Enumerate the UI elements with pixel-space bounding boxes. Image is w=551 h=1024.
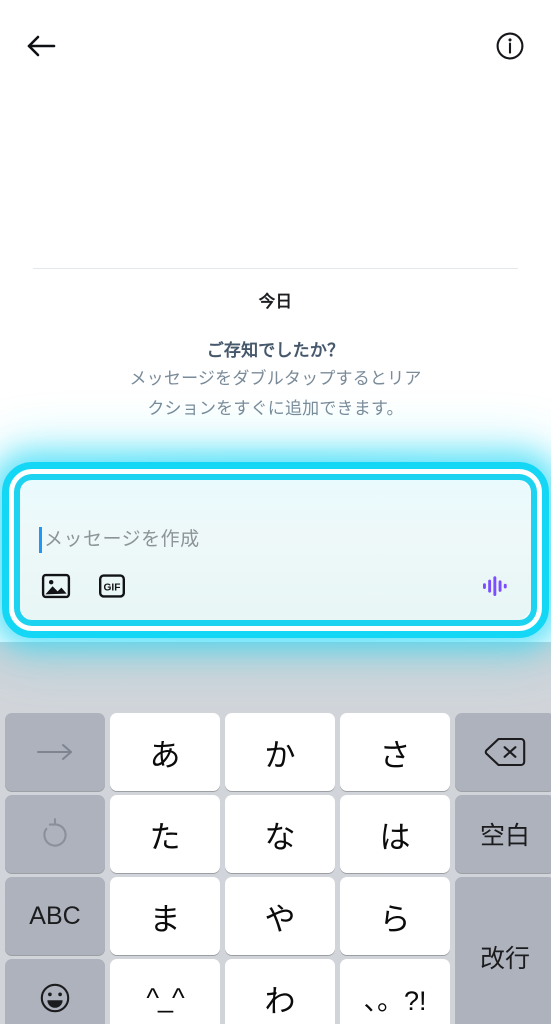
key-ya[interactable]: や: [225, 877, 335, 955]
did-you-know-tip: ご存知でしたか？ メッセージをダブルタップするとリア クションをすぐに追加できま…: [0, 338, 551, 637]
key-undo[interactable]: [5, 795, 105, 873]
keyboard-key-grid: あ か さ た な は 空白 ABC ま や ら 改行 ^_^ わ 、。?!: [5, 713, 551, 1024]
gif-icon: GIF: [97, 571, 127, 604]
thread-top-divider: [33, 268, 518, 269]
arrow-right-icon: [34, 741, 76, 763]
key-ha[interactable]: は: [340, 795, 450, 873]
software-keyboard: あ か さ た な は 空白 ABC ま や ら 改行 ^_^ わ 、。?!: [0, 642, 551, 1024]
key-ma[interactable]: ま: [110, 877, 220, 955]
tip-body: メッセージをダブルタップするとリア クションをすぐに追加できます。: [22, 364, 529, 424]
backspace-icon: [483, 735, 527, 769]
back-button[interactable]: [18, 23, 64, 69]
key-sa[interactable]: さ: [340, 713, 450, 791]
key-ta[interactable]: た: [110, 795, 220, 873]
key-wa[interactable]: わ: [225, 959, 335, 1024]
composer-action-bar: GIF: [39, 570, 512, 604]
key-backspace[interactable]: [455, 713, 551, 791]
key-abc[interactable]: ABC: [5, 877, 105, 955]
photo-picker-button[interactable]: [39, 570, 73, 604]
app-screen: 今日 ご存知でしたか？ メッセージをダブルタップするとリア クションをすぐに追加…: [0, 0, 551, 1024]
message-thread: 今日 ご存知でしたか？ メッセージをダブルタップするとリア クションをすぐに追加…: [0, 92, 551, 637]
key-punctuation[interactable]: 、。?!: [340, 959, 450, 1024]
undo-icon: [38, 817, 72, 851]
message-input-row[interactable]: メッセージを作成: [39, 524, 512, 556]
smiley-icon: [38, 981, 72, 1015]
tip-body-line-2: クションをすぐに追加できます。: [145, 399, 406, 418]
message-input[interactable]: メッセージを作成: [44, 527, 200, 553]
conversation-info-button[interactable]: [487, 23, 533, 69]
date-separator: 今日: [258, 293, 293, 311]
gif-picker-button[interactable]: GIF: [95, 570, 129, 604]
key-a[interactable]: あ: [110, 713, 220, 791]
waveform-icon: [480, 571, 510, 604]
key-cursor-right[interactable]: [5, 713, 105, 791]
top-navigation-bar: [0, 0, 551, 92]
image-icon: [41, 571, 71, 604]
svg-text:GIF: GIF: [104, 582, 121, 593]
key-na[interactable]: な: [225, 795, 335, 873]
tip-horizontal-rule: [22, 636, 529, 637]
voice-message-button[interactable]: [478, 570, 512, 604]
key-ra[interactable]: ら: [340, 877, 450, 955]
tip-body-line-1: メッセージをダブルタップするとリア: [127, 369, 424, 388]
text-caret: [39, 527, 42, 553]
key-return[interactable]: 改行: [455, 877, 551, 1024]
key-emoji[interactable]: [5, 959, 105, 1024]
arrow-left-icon: [26, 34, 56, 58]
info-circle-icon: [495, 31, 525, 61]
keyboard-suggestion-bar[interactable]: [0, 642, 551, 713]
tip-title: ご存知でしたか？: [206, 341, 345, 360]
key-ka[interactable]: か: [225, 713, 335, 791]
key-space[interactable]: 空白: [455, 795, 551, 873]
key-kaomoji[interactable]: ^_^: [110, 959, 220, 1024]
message-composer[interactable]: メッセージを作成 GIF: [19, 478, 532, 622]
